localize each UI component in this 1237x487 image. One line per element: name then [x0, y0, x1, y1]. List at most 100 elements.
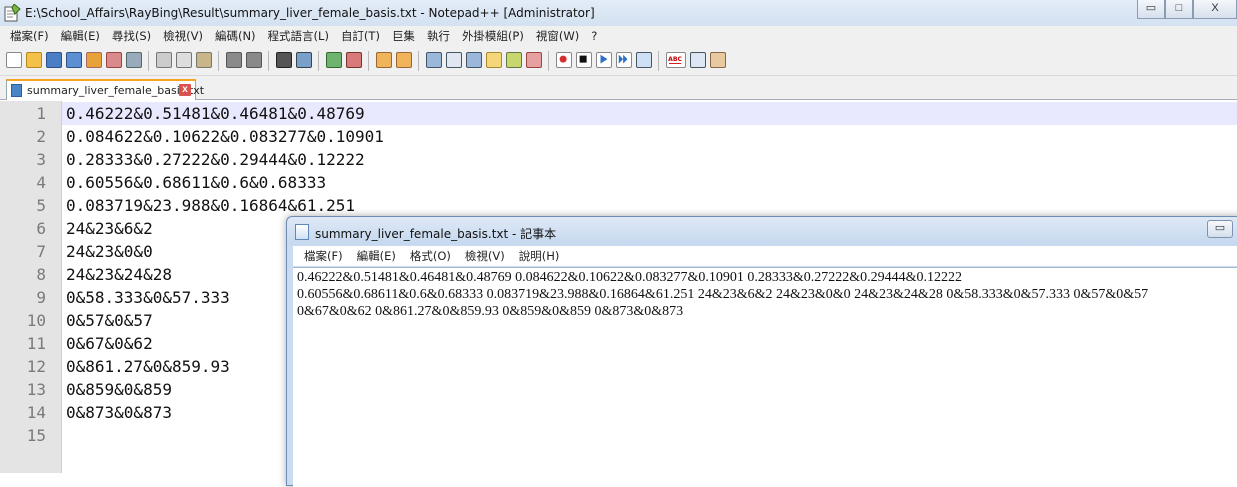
plugin-icon[interactable]	[710, 52, 726, 68]
toolbar-separator	[658, 51, 659, 71]
saved-file-icon	[11, 84, 22, 97]
function-list-icon[interactable]	[526, 52, 542, 68]
notepad-plus-plus-icon	[4, 4, 21, 22]
code-line: 0&58.333&0&57.333	[66, 288, 230, 307]
menu-search[interactable]: 尋找(S)	[106, 28, 157, 44]
minimize-button[interactable]: ▭	[1137, 0, 1165, 19]
npp-title-bar[interactable]: E:\School_Affairs\RayBing\Result\summary…	[0, 0, 1237, 26]
print-icon[interactable]	[126, 52, 142, 68]
notepad-app-icon	[295, 224, 309, 240]
toolbar-separator	[148, 51, 149, 71]
cut-icon[interactable]	[156, 52, 172, 68]
line-number: 2	[36, 127, 46, 146]
line-number: 9	[36, 288, 46, 307]
doc-map-icon[interactable]	[506, 52, 522, 68]
menu-window[interactable]: 視窗(W)	[530, 28, 585, 44]
line-number: 12	[26, 357, 46, 376]
notepad-minimize-button[interactable]: ▭	[1207, 220, 1233, 238]
toolbar-separator	[318, 51, 319, 71]
save-all-icon[interactable]	[66, 52, 82, 68]
file-tab-label: summary_liver_female_basis.txt	[27, 84, 205, 97]
zoom-in-icon[interactable]	[326, 52, 342, 68]
line-number: 14	[26, 403, 46, 422]
menu-help[interactable]: ?	[585, 29, 603, 43]
line-number: 15	[26, 426, 46, 445]
file-tab[interactable]: summary_liver_female_basis.txt x	[6, 79, 204, 100]
notepad-menu-format[interactable]: 格式(O)	[403, 248, 458, 264]
notepad-menu-help[interactable]: 說明(H)	[512, 248, 567, 264]
notepad-menu-file[interactable]: 檔案(F)	[297, 248, 350, 264]
npp-toolbar: ABC	[0, 46, 1237, 76]
code-line: 0.46222&0.51481&0.46481&0.48769	[66, 104, 365, 123]
line-number: 1	[36, 104, 46, 123]
paste-icon[interactable]	[196, 52, 212, 68]
menu-settings[interactable]: 自訂(T)	[335, 28, 386, 44]
record-macro-icon[interactable]	[556, 52, 572, 68]
notepad-title-text: summary_liver_female_basis.txt - 記事本	[315, 227, 557, 241]
notepad-text-area[interactable]: 0.46222&0.51481&0.46481&0.48769 0.084622…	[293, 267, 1237, 487]
npp-tab-bar: summary_liver_female_basis.txt x	[0, 76, 1237, 100]
line-number: 5	[36, 196, 46, 215]
toolbar-separator	[418, 51, 419, 71]
line-number: 4	[36, 173, 46, 192]
code-line: 0.083719&23.988&0.16864&61.251	[66, 196, 355, 215]
svg-text:ABC: ABC	[668, 56, 682, 63]
tab-close-icon[interactable]: x	[179, 84, 191, 96]
toolbar-separator	[268, 51, 269, 71]
code-line: 0&873&0&873	[66, 403, 172, 422]
notepad-menu-bar: 檔案(F) 編輯(E) 格式(O) 檢視(V) 說明(H)	[293, 246, 1237, 266]
close-button[interactable]: X	[1193, 0, 1237, 19]
spell-check-icon[interactable]: ABC	[666, 52, 686, 68]
sync-horizontal-icon[interactable]	[396, 52, 412, 68]
line-number: 11	[26, 334, 46, 353]
notepad-menu-edit[interactable]: 編輯(E)	[350, 248, 403, 264]
indent-guide-icon[interactable]	[466, 52, 482, 68]
code-line: 0.60556&0.68611&0.6&0.68333	[66, 173, 327, 192]
code-line: 24&23&0&0	[66, 242, 153, 261]
show-all-chars-icon[interactable]	[446, 52, 462, 68]
menu-run[interactable]: 執行	[421, 28, 456, 44]
close-file-icon[interactable]	[86, 52, 102, 68]
word-wrap-icon[interactable]	[426, 52, 442, 68]
maximize-button[interactable]: □	[1165, 0, 1193, 19]
line-number: 6	[36, 219, 46, 238]
udl-icon[interactable]	[486, 52, 502, 68]
copy-icon[interactable]	[176, 52, 192, 68]
code-line: 0.084622&0.10622&0.083277&0.10901	[66, 127, 384, 146]
redo-icon[interactable]	[246, 52, 262, 68]
save-macro-icon[interactable]	[636, 52, 652, 68]
line-number: 13	[26, 380, 46, 399]
notepad-title-bar[interactable]: summary_liver_female_basis.txt - 記事本 ▭	[287, 217, 1237, 245]
code-line: 0&67&0&62	[66, 334, 153, 353]
menu-view[interactable]: 檢視(V)	[157, 28, 209, 44]
toolbar-separator	[368, 51, 369, 71]
close-all-icon[interactable]	[106, 52, 122, 68]
code-line: 0.28333&0.27222&0.29444&0.12222	[66, 150, 365, 169]
menu-encoding[interactable]: 編碼(N)	[209, 28, 262, 44]
code-line: 0&859&0&859	[66, 380, 172, 399]
replace-icon[interactable]	[296, 52, 312, 68]
menu-file[interactable]: 檔案(F)	[4, 28, 55, 44]
find-icon[interactable]	[276, 52, 292, 68]
sync-vertical-icon[interactable]	[376, 52, 392, 68]
play-macro-icon[interactable]	[596, 52, 612, 68]
undo-icon[interactable]	[226, 52, 242, 68]
menu-plugins[interactable]: 外掛模組(P)	[456, 28, 530, 44]
zoom-out-icon[interactable]	[346, 52, 362, 68]
menu-edit[interactable]: 編輯(E)	[55, 28, 106, 44]
open-file-icon[interactable]	[26, 52, 42, 68]
line-number: 8	[36, 265, 46, 284]
new-file-icon[interactable]	[6, 52, 22, 68]
stop-macro-icon[interactable]	[576, 52, 592, 68]
notepad-text-line: 0.60556&0.68611&0.6&0.68333 0.083719&23.…	[297, 287, 1149, 302]
menu-macro[interactable]: 巨集	[386, 28, 421, 44]
play-macro-multiple-icon[interactable]	[616, 52, 632, 68]
code-line: 24&23&24&28	[66, 265, 172, 284]
menu-language[interactable]: 程式語言(L)	[262, 28, 335, 44]
save-icon[interactable]	[46, 52, 62, 68]
console-icon[interactable]	[690, 52, 706, 68]
notepad-menu-view[interactable]: 檢視(V)	[458, 248, 512, 264]
code-line: 24&23&6&2	[66, 219, 153, 238]
line-number: 3	[36, 150, 46, 169]
line-number: 10	[26, 311, 46, 330]
